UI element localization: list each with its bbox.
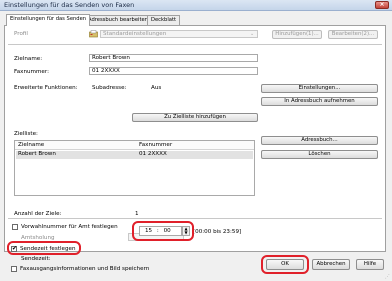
outside-prefix-checkbox[interactable] (12, 224, 18, 230)
tab-send-settings[interactable]: Einstellungen für das Senden (6, 14, 91, 26)
window-title: Einstellungen für das Senden von Faxen (4, 1, 135, 9)
column-header-fax[interactable]: Faxnummer (139, 142, 172, 148)
outside-prefix-label: Vorwahlnummer für Amt festlegen (21, 224, 118, 230)
send-time-colon: : (156, 228, 159, 234)
extended-functions-label: Erweiterte Funktionen: (14, 85, 78, 91)
tab-edit-address-book[interactable]: Adressbuch bearbeiten (84, 15, 152, 25)
delete-button[interactable]: Löschen (261, 150, 378, 159)
list-item-name: Robert Brown (18, 151, 56, 157)
fax-number-input[interactable]: 01 2XXXX (89, 67, 258, 75)
divider (8, 44, 382, 45)
dial-prefix-label: Amtsholung (21, 235, 55, 241)
destination-count-label: Anzahl der Ziele: (14, 211, 62, 217)
tab-cover-sheet[interactable]: Deckblatt (147, 15, 181, 25)
help-button[interactable]: Hilfe (356, 259, 384, 270)
subaddress-label: Subadresse: (92, 85, 127, 91)
title-bar: Einstellungen für das Senden von Faxen × (0, 0, 392, 11)
chevron-down-icon: ⌄ (250, 31, 255, 37)
subaddress-value: Aus (151, 85, 162, 91)
profile-select: Standardeinstellungen (100, 30, 258, 38)
send-time-minute: 00 (163, 228, 171, 234)
destination-list[interactable] (14, 140, 255, 196)
resize-grip-icon[interactable]: ⋰ (385, 274, 391, 280)
ok-button[interactable]: OK (266, 259, 304, 270)
fax-profile-icon (89, 30, 98, 38)
recipient-name-input[interactable]: Robert Brown (89, 54, 258, 62)
settings-button[interactable]: Einstellungen... (261, 84, 378, 93)
cancel-button[interactable]: Abbrechen (312, 259, 350, 270)
list-item-fax: 01 2XXXX (139, 151, 167, 157)
column-header-name[interactable]: Zielname (18, 142, 44, 148)
profile-label: Profil (14, 31, 28, 37)
send-time-input[interactable]: 15 : 00 (139, 226, 182, 236)
recipient-name-label: Zielname: (14, 56, 43, 62)
send-time-checkbox[interactable]: ✔ (11, 246, 17, 252)
send-time-hour: 15 (145, 228, 153, 234)
close-button[interactable]: × (375, 1, 389, 9)
divider (8, 218, 382, 219)
send-time-sublabel: Sendezeit: (21, 256, 51, 262)
destination-count-value: 1 (135, 211, 139, 217)
fax-number-label: Faxnummer: (14, 69, 49, 75)
add-to-destination-list-button[interactable]: Zu Zielliste hinzufügen (132, 113, 258, 122)
save-fax-info-label: Faxausgangsinformationen und Bild speich… (20, 266, 150, 272)
add-to-address-book-button[interactable]: In Adressbuch aufnehmen (261, 97, 378, 106)
list-header (15, 141, 254, 150)
send-time-label: Sendezeit festlegen (20, 246, 76, 252)
time-spinner[interactable]: ▲ ▼ (182, 226, 190, 236)
save-fax-info-checkbox[interactable] (11, 266, 17, 272)
destination-list-label: Zielliste: (14, 131, 38, 137)
address-book-button[interactable]: Adressbuch... (261, 136, 378, 145)
profile-select-value: Standardeinstellungen (103, 31, 167, 37)
profile-edit-button: Bearbeiten(2)... (328, 30, 378, 39)
profile-add-button: Hinzufügen(1)... (272, 30, 322, 39)
time-range-hint: [00:00 bis 23:59] (193, 229, 242, 235)
